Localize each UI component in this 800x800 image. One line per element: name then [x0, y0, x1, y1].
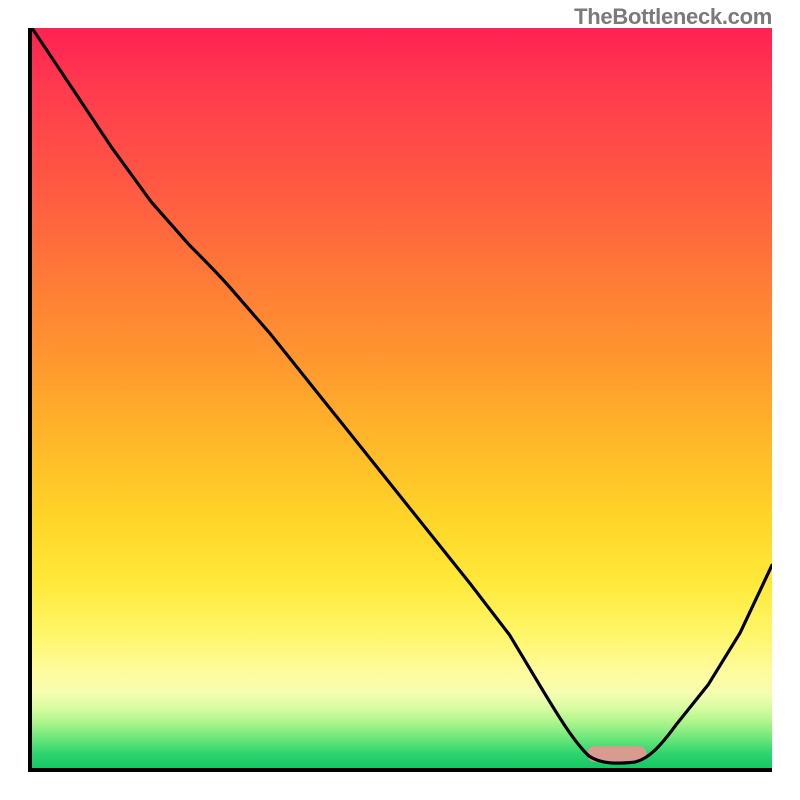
bottleneck-chart: TheBottleneck.com — [0, 0, 800, 800]
curve-layer — [32, 28, 772, 768]
attribution-text: TheBottleneck.com — [574, 4, 772, 30]
plot-area — [28, 28, 772, 772]
bottleneck-curve — [32, 28, 772, 763]
